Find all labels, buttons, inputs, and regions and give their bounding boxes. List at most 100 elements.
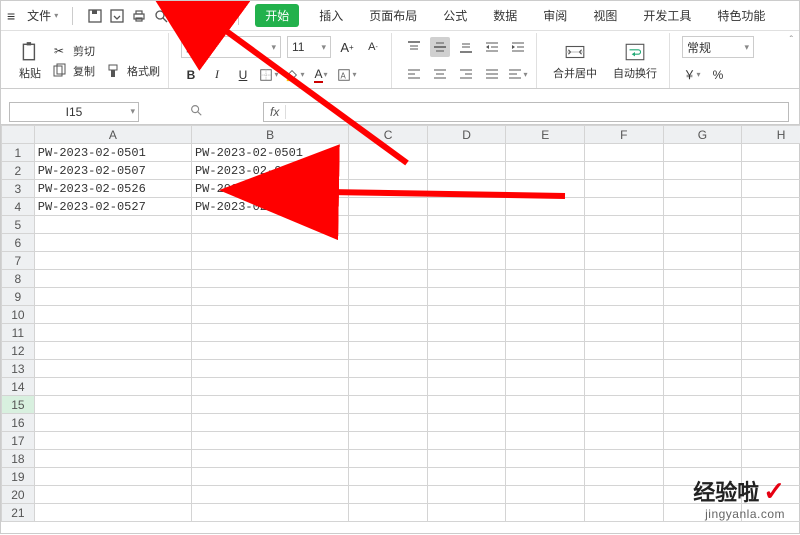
cell[interactable] (663, 234, 742, 252)
cell[interactable] (663, 396, 742, 414)
cell[interactable] (427, 162, 506, 180)
underline-button[interactable]: U (233, 65, 253, 85)
row-header[interactable]: 4 (2, 198, 35, 216)
decrease-font-button[interactable]: A- (363, 37, 383, 57)
row-header[interactable]: 17 (2, 432, 35, 450)
row-header[interactable]: 10 (2, 306, 35, 324)
row-header[interactable]: 21 (2, 504, 35, 522)
cell[interactable] (427, 144, 506, 162)
cell[interactable] (585, 378, 664, 396)
cell[interactable] (34, 252, 191, 270)
cell[interactable] (506, 414, 585, 432)
cell[interactable] (506, 378, 585, 396)
tab-insert[interactable]: 插入 (313, 3, 349, 28)
cell[interactable] (427, 468, 506, 486)
cell[interactable] (742, 360, 800, 378)
cell[interactable] (349, 162, 428, 180)
redo-icon[interactable] (197, 8, 213, 24)
cell[interactable] (349, 306, 428, 324)
cell[interactable] (34, 396, 191, 414)
cell[interactable]: PW-2023-02-0527 (34, 198, 191, 216)
cell[interactable] (742, 306, 800, 324)
tab-pagelayout[interactable]: 页面布局 (363, 3, 423, 28)
align-middle-button[interactable] (430, 37, 450, 57)
cell[interactable] (191, 306, 348, 324)
cell[interactable] (506, 504, 585, 522)
cell[interactable] (742, 414, 800, 432)
row-header[interactable]: 7 (2, 252, 35, 270)
cell[interactable]: PW-2023-02-0507 (34, 162, 191, 180)
cell[interactable] (506, 144, 585, 162)
spreadsheet-grid[interactable]: A B C D E F G H 1PW-2023-02-0501PW-2023-… (1, 125, 800, 522)
cell[interactable] (663, 270, 742, 288)
tab-formula[interactable]: 公式 (437, 3, 473, 28)
print-icon[interactable] (131, 8, 147, 24)
cell[interactable] (585, 252, 664, 270)
increase-font-button[interactable]: A+ (337, 37, 357, 57)
cell[interactable] (427, 198, 506, 216)
cell[interactable] (34, 486, 191, 504)
row-header[interactable]: 11 (2, 324, 35, 342)
cell[interactable] (506, 288, 585, 306)
col-header[interactable]: B (191, 126, 348, 144)
paste-button[interactable]: 粘贴 (15, 33, 45, 88)
col-header[interactable]: F (585, 126, 664, 144)
cell[interactable] (34, 504, 191, 522)
cell[interactable] (191, 468, 348, 486)
cell[interactable] (742, 162, 800, 180)
row-header[interactable]: 20 (2, 486, 35, 504)
cell[interactable] (663, 180, 742, 198)
cell[interactable] (191, 288, 348, 306)
cut-button[interactable]: ✂ 剪切 (51, 43, 160, 59)
row-header[interactable]: 15 (2, 396, 35, 414)
cell[interactable] (427, 486, 506, 504)
cell[interactable] (34, 432, 191, 450)
tab-start[interactable]: 开始 (255, 4, 299, 27)
cell[interactable] (663, 450, 742, 468)
cell[interactable] (585, 342, 664, 360)
cell[interactable] (34, 378, 191, 396)
cell[interactable] (585, 432, 664, 450)
cell[interactable] (663, 414, 742, 432)
cell[interactable] (585, 216, 664, 234)
cell[interactable] (349, 342, 428, 360)
cell[interactable] (506, 396, 585, 414)
cell[interactable] (585, 396, 664, 414)
save-as-icon[interactable] (109, 8, 125, 24)
select-all-corner[interactable] (2, 126, 35, 144)
name-box[interactable]: I15 ▾ (9, 102, 139, 122)
cell[interactable] (427, 396, 506, 414)
row-header[interactable]: 19 (2, 468, 35, 486)
cell[interactable] (742, 342, 800, 360)
cell[interactable] (349, 270, 428, 288)
cell[interactable] (349, 234, 428, 252)
currency-button[interactable]: ￥▾ (682, 65, 702, 85)
cell[interactable] (742, 144, 800, 162)
cell[interactable] (34, 270, 191, 288)
cell[interactable] (34, 414, 191, 432)
tab-devtools[interactable]: 开发工具 (637, 3, 697, 28)
cell[interactable] (585, 288, 664, 306)
cell[interactable]: PW-2023-02-0501 (34, 144, 191, 162)
cell[interactable] (506, 216, 585, 234)
tab-features[interactable]: 特色功能 (711, 3, 771, 28)
cell[interactable] (506, 252, 585, 270)
cell[interactable] (742, 432, 800, 450)
cell[interactable] (349, 450, 428, 468)
cell[interactable] (349, 324, 428, 342)
cell[interactable] (585, 162, 664, 180)
cell[interactable] (663, 432, 742, 450)
merge-center-button[interactable]: 合并居中 (549, 33, 601, 88)
cell[interactable] (663, 144, 742, 162)
cell[interactable] (506, 360, 585, 378)
cell[interactable] (427, 252, 506, 270)
save-icon[interactable] (87, 8, 103, 24)
cell[interactable] (506, 324, 585, 342)
cell[interactable] (427, 234, 506, 252)
cell[interactable] (191, 270, 348, 288)
cell[interactable] (585, 270, 664, 288)
undo-icon[interactable] (175, 8, 191, 24)
cell[interactable] (585, 324, 664, 342)
cell[interactable] (349, 198, 428, 216)
row-header[interactable]: 12 (2, 342, 35, 360)
